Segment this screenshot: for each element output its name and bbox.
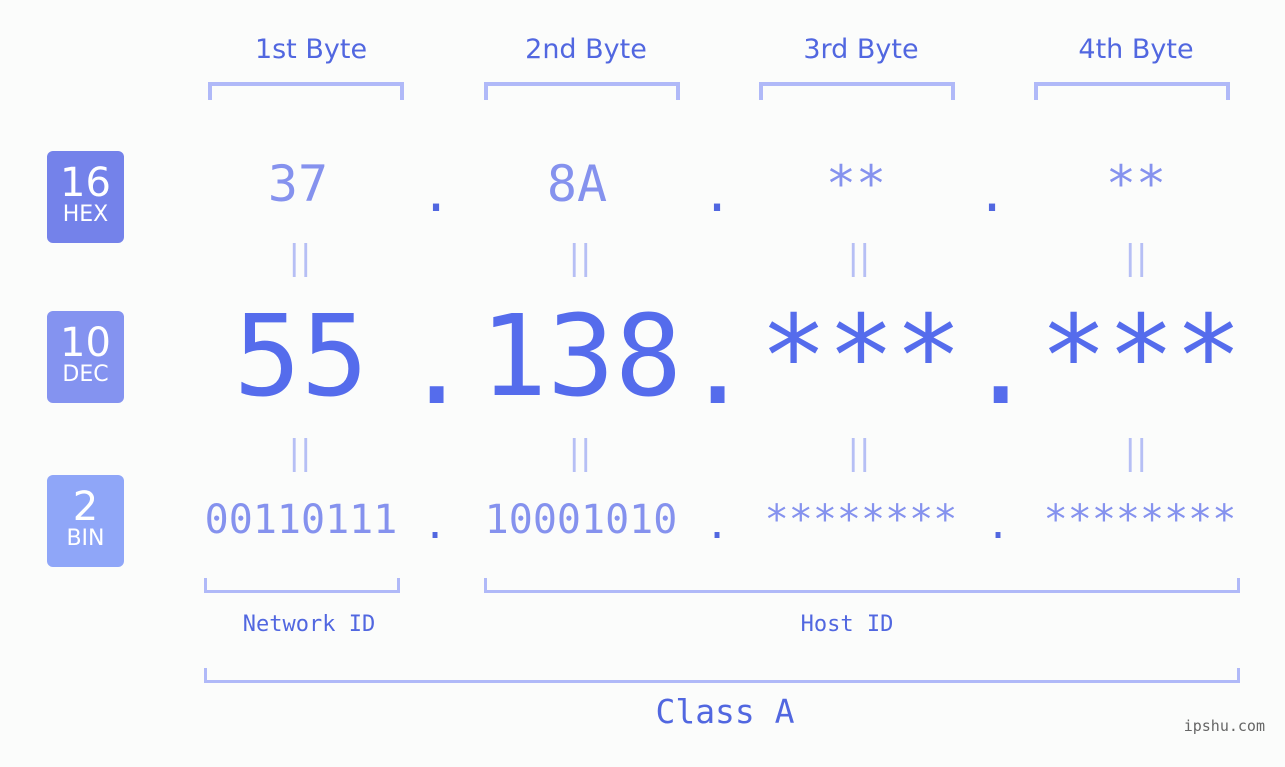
bin-byte-4: ******** [1043,497,1237,543]
bin-byte-3: ******** [764,497,958,543]
equals-sign: || [288,238,312,278]
dec-badge-number: 10 [60,320,111,366]
equals-sign: || [1124,433,1148,473]
hex-badge-number: 16 [60,160,111,206]
dec-byte-4: *** [1039,292,1243,422]
bin-dot-2: . [704,502,730,548]
dec-byte-1: 55 [233,292,369,422]
bin-byte-1: 00110111 [204,497,398,543]
dec-badge-label: DEC [62,362,109,387]
hex-dot-3: . [977,165,1008,223]
bin-dot-1: . [422,502,448,548]
hex-dot-1: . [421,165,452,223]
watermark: ipshu.com [1183,717,1265,735]
equals-sign: || [288,433,312,473]
equals-sign: || [847,238,871,278]
hex-badge-label: HEX [62,202,109,227]
host-id-bracket [484,578,1240,593]
equals-sign: || [568,238,592,278]
bin-dot-3: . [985,502,1011,548]
bin-badge-number: 2 [72,484,99,530]
equals-sign: || [1124,238,1148,278]
host-id-label: Host ID [800,612,894,637]
equals-sign: || [568,433,592,473]
byte-bracket-3 [759,82,955,100]
byte-label-3: 3rd Byte [803,34,919,65]
network-id-label: Network ID [242,612,376,637]
network-id-bracket [204,578,400,593]
byte-label-2: 2nd Byte [525,34,647,65]
hex-dot-2: . [702,165,733,223]
byte-label-4: 4th Byte [1078,34,1194,65]
hex-byte-4: ** [1105,155,1167,213]
bin-badge-label: BIN [66,526,105,551]
hex-byte-1: 37 [267,155,329,213]
hex-byte-2: 8A [546,155,608,213]
dec-byte-3: *** [759,292,963,422]
bin-badge: 2 BIN [47,475,124,567]
byte-label-1: 1st Byte [254,34,368,65]
byte-bracket-1 [208,82,404,100]
bin-byte-2: 10001010 [484,497,678,543]
class-bracket [204,668,1240,683]
dec-byte-2: 138 [479,292,683,422]
byte-bracket-4 [1034,82,1230,100]
dec-badge: 10 DEC [47,311,124,403]
hex-badge: 16 HEX [47,151,124,243]
hex-byte-3: ** [825,155,887,213]
class-label: Class A [655,692,795,731]
byte-bracket-2 [484,82,680,100]
equals-sign: || [847,433,871,473]
